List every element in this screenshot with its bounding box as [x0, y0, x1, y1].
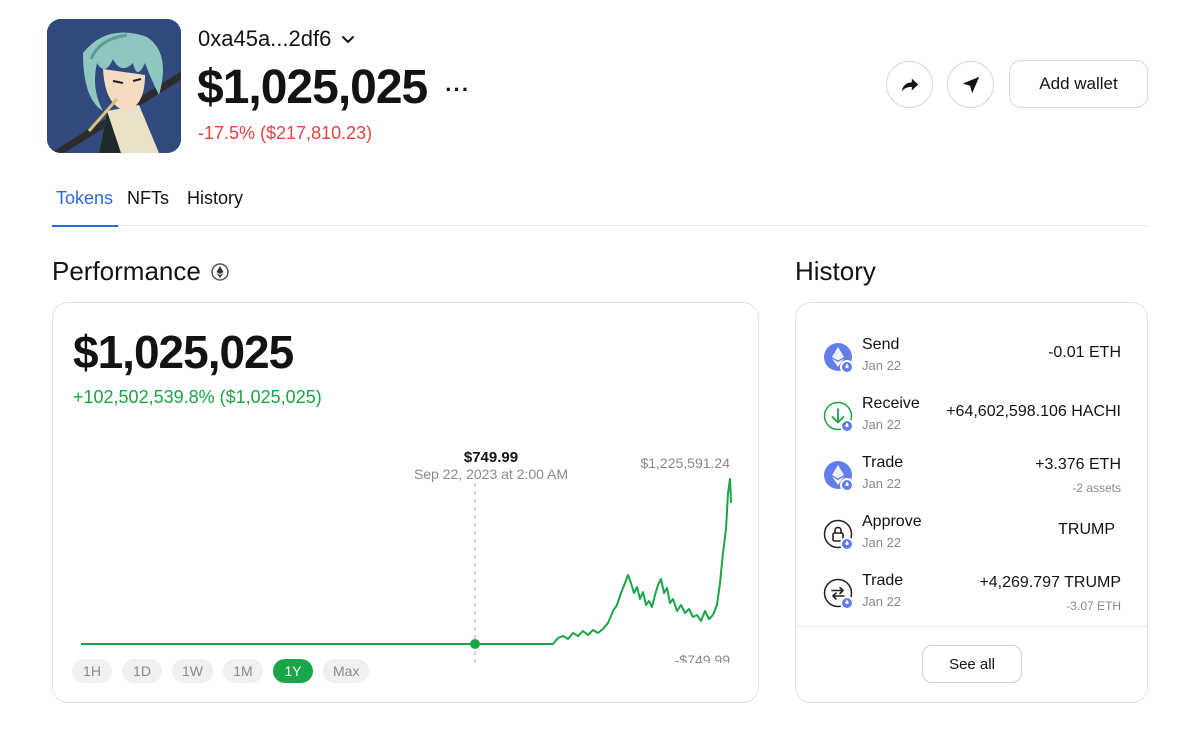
avatar [47, 19, 181, 153]
tab-history[interactable]: History [187, 188, 252, 226]
history-item-type: Trade [862, 454, 904, 471]
send-button[interactable] [947, 61, 994, 108]
range-1w-button[interactable]: 1W [172, 659, 213, 683]
performance-change: +102,502,539.8% ($1,025,025) [73, 387, 322, 407]
tab-nfts[interactable]: NFTs [127, 188, 178, 226]
performance-value: $1,025,025 [73, 326, 294, 378]
history-item-date: Jan 22 [862, 594, 902, 609]
performance-chart[interactable]: $749.99 Sep 22, 2023 at 2:00 AM $1,225,5… [53, 433, 760, 663]
time-range-selector: 1H 1D 1W 1M 1Y Max [72, 659, 370, 683]
history-card: Send Jan 22 -0.01 ETH Receive Jan 22 +64… [795, 302, 1149, 703]
history-item-amount: +4,269.797 TRUMP [979, 574, 1121, 591]
chart-low-label: -$749.99 [675, 652, 730, 663]
chart-tooltip-value: $749.99 [464, 449, 518, 466]
history-item-type: Send [862, 336, 900, 353]
history-item-amount: +64,602,598.106 HACHI [946, 403, 1121, 420]
chart-high-label: $1,225,591.24 [640, 455, 730, 471]
range-1d-button[interactable]: 1D [122, 659, 162, 683]
history-item-date: Jan 22 [862, 535, 902, 550]
receive-icon [823, 401, 854, 433]
add-wallet-button[interactable]: Add wallet [1009, 60, 1148, 108]
share-button[interactable] [886, 61, 933, 108]
chart-tooltip-date: Sep 22, 2023 at 2:00 AM [414, 466, 568, 482]
send-arrow-icon [962, 76, 979, 93]
wallet-address: 0xa45a...2df6 [198, 26, 332, 51]
history-item-subamount: -3.07 ETH [1066, 599, 1121, 613]
tab-bar: Tokens NFTs History [52, 188, 1148, 227]
history-item-type: Trade [862, 572, 904, 589]
history-item-amount: TRUMP [1058, 521, 1115, 538]
history-item-type: Receive [862, 395, 920, 412]
chevron-down-icon [342, 36, 355, 43]
ethereum-network-icon[interactable] [211, 262, 229, 281]
history-item[interactable]: Receive Jan 22 +64,602,598.106 HACHI [796, 393, 1149, 445]
eth-icon [824, 461, 854, 492]
wallet-balance-value: $1,025,025 [197, 61, 428, 114]
history-item[interactable]: Trade Jan 22 +3.376 ETH -2 assets [796, 452, 1149, 504]
history-item-type: Approve [862, 513, 922, 530]
history-item-amount: +3.376 ETH [1035, 456, 1121, 473]
history-item-date: Jan 22 [862, 358, 902, 373]
performance-line [81, 478, 732, 645]
tab-tokens[interactable]: Tokens [52, 188, 119, 227]
lock-icon [823, 519, 854, 551]
range-max-button[interactable]: Max [323, 659, 370, 683]
history-item[interactable]: Send Jan 22 -0.01 ETH [796, 334, 1149, 386]
range-1y-button[interactable]: 1Y [273, 659, 313, 683]
share-icon [901, 78, 918, 91]
history-item-date: Jan 22 [862, 476, 902, 491]
swap-icon [823, 578, 854, 610]
history-item-amount: -0.01 ETH [1048, 344, 1121, 361]
divider [796, 626, 1149, 627]
history-item-date: Jan 22 [862, 417, 902, 432]
history-item[interactable]: Trade Jan 22 +4,269.797 TRUMP -3.07 ETH [796, 570, 1149, 622]
performance-heading: Performance [52, 256, 229, 287]
history-item-subamount: -2 assets [1072, 481, 1121, 495]
balance-change: -17.5% ($217,810.23) [198, 123, 373, 143]
history-item[interactable]: Approve Jan 22 TRUMP [796, 511, 1149, 563]
eth-icon [824, 343, 854, 374]
history-title: History [795, 256, 876, 286]
history-heading: History [795, 256, 876, 287]
chart-crosshair-point [470, 639, 480, 649]
range-1m-button[interactable]: 1M [223, 659, 263, 683]
wallet-address-selector[interactable]: 0xa45a...2df6 [198, 26, 355, 52]
range-1h-button[interactable]: 1H [72, 659, 112, 683]
performance-card: $1,025,025 +102,502,539.8% ($1,025,025) … [52, 302, 759, 703]
wallet-balance: $1,025,025 ··· [197, 60, 470, 115]
see-all-button[interactable]: See all [922, 645, 1022, 683]
performance-title: Performance [52, 256, 201, 286]
more-options-button[interactable]: ··· [445, 77, 470, 103]
